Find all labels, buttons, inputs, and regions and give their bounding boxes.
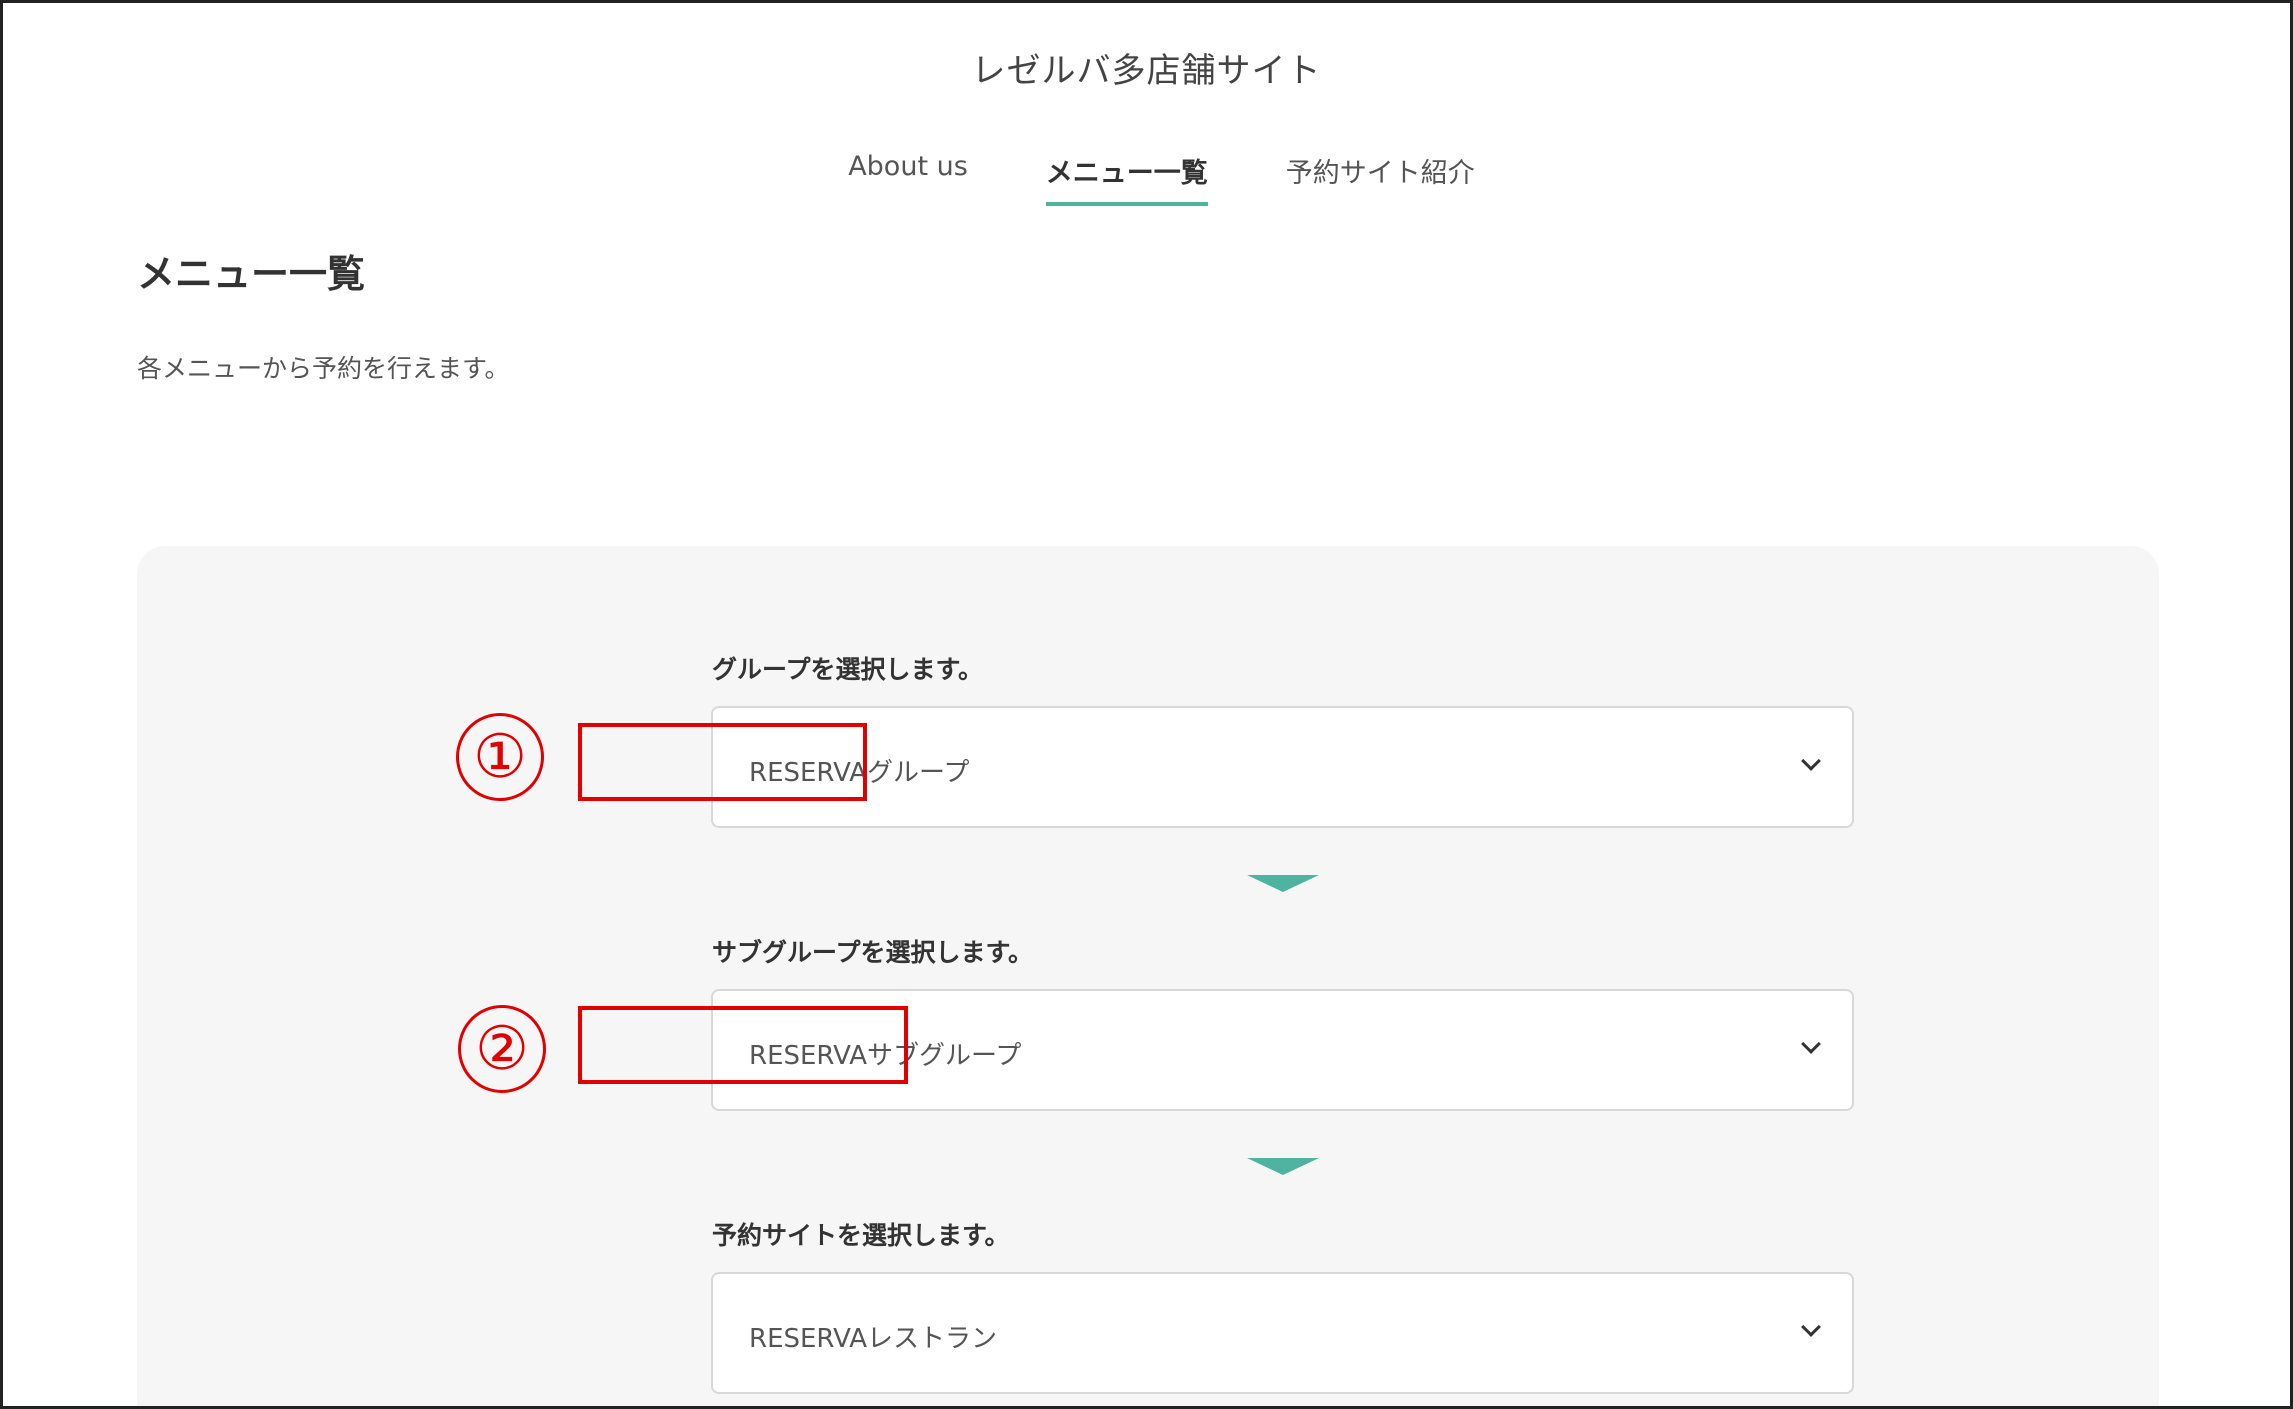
group-select-label: グループを選択します。 <box>712 655 984 684</box>
chevron-down-icon <box>1801 751 1821 771</box>
site-select-label: 予約サイトを選択します。 <box>712 1221 1010 1250</box>
step-arrow-down-icon <box>1247 1158 1319 1175</box>
annotation-highlight-subgroup <box>578 1006 908 1084</box>
nav-item-about-us[interactable]: About us <box>848 151 968 206</box>
page-description: 各メニューから予約を行えます。 <box>137 354 510 383</box>
annotation-number-two: ② <box>458 1005 546 1093</box>
group-select[interactable]: RESERVAグループ <box>711 706 1854 828</box>
selection-panel: グループを選択します。 RESERVAグループ サブグループを選択します。 RE… <box>137 546 2159 1406</box>
chevron-down-icon <box>1801 1317 1821 1337</box>
main-nav: About us メニュー一覧 予約サイト紹介 <box>3 151 2290 206</box>
site-title: レゼルバ多店舗サイト <box>971 51 1322 91</box>
chevron-down-icon <box>1801 1034 1821 1054</box>
page-title: メニュー一覧 <box>137 252 366 296</box>
annotation-highlight-group <box>578 723 867 801</box>
annotation-number-one: ① <box>456 713 544 801</box>
subgroup-select-label: サブグループを選択します。 <box>712 938 1034 967</box>
nav-item-menu-list[interactable]: メニュー一覧 <box>1045 151 1208 206</box>
step-arrow-down-icon <box>1247 875 1319 892</box>
browser-frame: レゼルバ多店舗サイト About us メニュー一覧 予約サイト紹介 メニュー一… <box>0 0 2293 1409</box>
site-select[interactable]: RESERVAレストラン <box>711 1272 1854 1394</box>
site-select-value: RESERVAレストラン <box>749 1324 997 1354</box>
nav-item-reservation-sites[interactable]: 予約サイト紹介 <box>1286 151 1475 206</box>
